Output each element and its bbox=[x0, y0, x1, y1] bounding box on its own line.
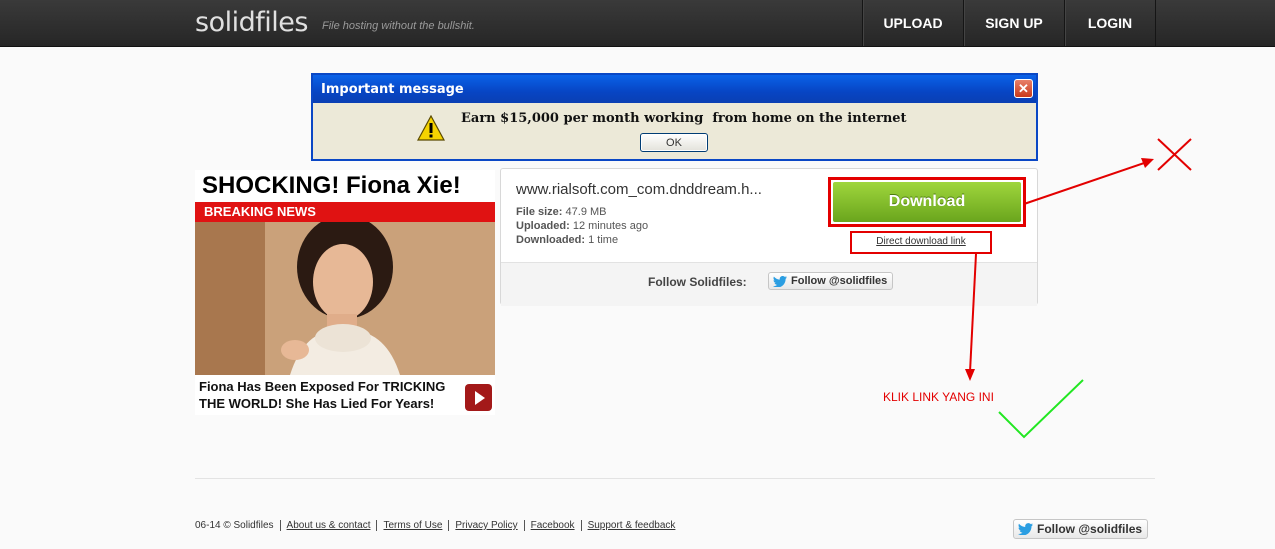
footer-follow-label: Follow @solidfiles bbox=[1037, 522, 1143, 536]
play-icon[interactable] bbox=[465, 384, 492, 411]
close-icon[interactable]: ✕ bbox=[1014, 79, 1033, 98]
nav-upload[interactable]: UPLOAD bbox=[862, 0, 963, 46]
site-logo[interactable]: solidfiles bbox=[195, 7, 308, 38]
footer-link-terms[interactable]: Terms of Use bbox=[376, 520, 448, 531]
footer-link-about[interactable]: About us & contact bbox=[279, 520, 377, 531]
file-size-row: File size: 47.9 MB bbox=[516, 206, 607, 218]
follow-button-label: Follow @solidfiles bbox=[791, 275, 888, 287]
footer-link-support[interactable]: Support & feedback bbox=[580, 520, 682, 531]
klik-annotation-label: KLIK LINK YANG INI bbox=[883, 390, 994, 404]
follow-solidfiles-button[interactable]: Follow @solidfiles bbox=[768, 272, 894, 290]
dialog-message: Earn $15,000 per month working from home… bbox=[461, 111, 907, 126]
download-highlight-box: Download bbox=[828, 177, 1026, 227]
arrow-to-x-icon bbox=[1023, 158, 1154, 205]
nav-login[interactable]: LOGIN bbox=[1064, 0, 1156, 46]
file-size-value: 47.9 MB bbox=[565, 206, 607, 218]
top-bar: solidfiles File hosting without the bull… bbox=[0, 0, 1275, 47]
uploaded-row: Uploaded: 12 minutes ago bbox=[516, 220, 648, 232]
uploaded-label: Uploaded: bbox=[516, 220, 570, 232]
important-message-dialog: Important message ✕ Earn $15,000 per mon… bbox=[311, 73, 1038, 161]
footer-follow-button[interactable]: Follow @solidfiles bbox=[1013, 519, 1149, 539]
nav-sign-up[interactable]: SIGN UP bbox=[963, 0, 1064, 46]
uploaded-value: 12 minutes ago bbox=[572, 220, 649, 232]
downloaded-label: Downloaded: bbox=[516, 234, 586, 246]
ad-photo[interactable] bbox=[195, 222, 495, 375]
file-name: www.rialsoft.com_com.dnddream.h... bbox=[516, 181, 762, 198]
ad-headline[interactable]: SHOCKING! Fiona Xie! bbox=[202, 172, 461, 200]
site-tagline: File hosting without the bullshit. bbox=[322, 20, 475, 32]
footer-link-facebook[interactable]: Facebook bbox=[523, 520, 581, 531]
direct-link-highlight-box: Direct download link bbox=[850, 231, 992, 254]
ad-breaking-news: BREAKING NEWS bbox=[195, 202, 495, 222]
direct-download-link[interactable]: Direct download link bbox=[852, 236, 990, 247]
twitter-bird-icon bbox=[1018, 523, 1033, 535]
file-panel: www.rialsoft.com_com.dnddream.h... File … bbox=[500, 168, 1038, 306]
green-check-icon bbox=[998, 379, 1084, 439]
red-x-icon bbox=[1157, 138, 1192, 171]
footer-divider bbox=[195, 478, 1155, 479]
download-button[interactable]: Download bbox=[833, 182, 1021, 222]
twitter-bird-icon bbox=[773, 275, 787, 287]
dialog-title: Important message bbox=[313, 75, 1036, 103]
follow-label: Follow Solidfiles: bbox=[648, 275, 747, 289]
downloaded-row: Downloaded: 1 time bbox=[516, 234, 618, 246]
ad-caption[interactable]: Fiona Has Been Exposed For TRICKING THE … bbox=[199, 378, 469, 412]
footer-copyright: 06-14 © Solidfiles bbox=[195, 520, 274, 531]
ad-banner[interactable]: SHOCKING! Fiona Xie! BREAKING NEWS Fiona… bbox=[195, 170, 495, 415]
footer-links: 06-14 © Solidfiles About us & contact Te… bbox=[195, 520, 681, 531]
warning-icon bbox=[417, 115, 445, 141]
downloaded-value: 1 time bbox=[588, 234, 619, 246]
ok-button[interactable]: OK bbox=[640, 133, 708, 152]
file-size-label: File size: bbox=[516, 206, 563, 218]
footer-link-privacy[interactable]: Privacy Policy bbox=[448, 520, 523, 531]
woman-photo-icon bbox=[195, 222, 495, 375]
